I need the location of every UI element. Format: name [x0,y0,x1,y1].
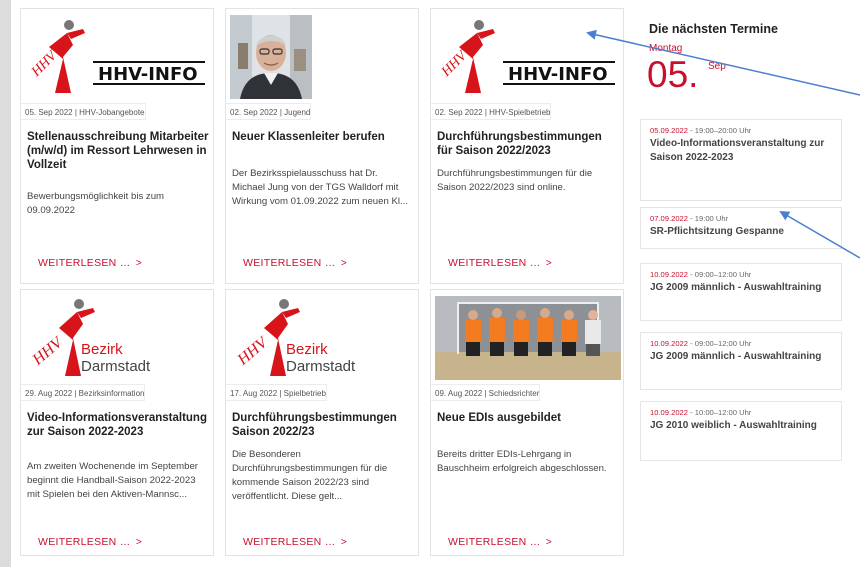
svg-text:HHV-INFO: HHV-INFO [508,64,608,85]
event-title[interactable]: JG 2009 männlich - Auswahltraining [650,350,835,364]
portrait-photo [230,15,312,99]
chevron-right-icon: > [135,258,142,269]
chevron-right-icon: > [340,258,347,269]
news-card[interactable]: HHV HHV-INFO 02. Sep 2022 | HHV-Spielbet… [430,8,624,284]
event-item[interactable]: 10.09.2022 - 09:00–12:00 Uhr JG 2009 män… [640,332,842,390]
news-meta: 02. Sep 2022 | Jugend [226,103,312,120]
event-item[interactable]: 10.09.2022 - 10:00–12:00 Uhr JG 2010 wei… [640,401,842,461]
news-card[interactable]: HHV Bezirk Darmstadt 17. Aug 2022 | Spie… [225,289,419,556]
svg-text:Darmstadt: Darmstadt [286,358,356,375]
chevron-right-icon: > [135,537,142,548]
news-title[interactable]: Stellenausschreibung Mitarbeiter (m/w/d)… [27,130,209,172]
news-title[interactable]: Neuer Klassenleiter berufen [232,130,414,144]
news-title[interactable]: Durchführungsbestimmungen für Saison 202… [437,130,619,158]
bezirk-darmstadt-logo: HHV Bezirk Darmstadt [27,296,207,380]
news-excerpt: Durchführungsbestimmungen für die Saison… [437,168,593,193]
news-card[interactable]: 09. Aug 2022 | Schiedsrichter Neue EDIs … [430,289,624,556]
team-photo [435,296,621,380]
read-more-link[interactable]: WEITERLESEN … > [243,536,347,548]
svg-text:HHV: HHV [29,333,68,369]
news-meta: 09. Aug 2022 | Schiedsrichter [431,384,541,401]
read-more-label: WEITERLESEN … [243,257,336,269]
svg-text:Bezirk: Bezirk [81,341,123,358]
svg-text:Darmstadt: Darmstadt [81,358,151,375]
read-more-label: WEITERLESEN … [38,536,131,548]
hhv-info-logo: HHV HHV-INFO [437,15,617,99]
event-date: 07.09.2022 - 19:00 Uhr [650,214,729,223]
read-more-link[interactable]: WEITERLESEN … > [448,257,552,269]
event-item[interactable]: 10.09.2022 - 09:00–12:00 Uhr JG 2009 män… [640,263,842,321]
event-date: 10.09.2022 - 10:00–12:00 Uhr [650,408,752,417]
news-excerpt: Bewerbungsmöglichkeit bis zum 09.09.2022 [27,191,165,216]
read-more-link[interactable]: WEITERLESEN … > [38,257,142,269]
news-title[interactable]: Durchführungsbestimmungen Saison 2022/23 [232,411,414,439]
event-title[interactable]: JG 2009 männlich - Auswahltraining [650,281,835,295]
news-excerpt: Am zweiten Wochenende im September begin… [27,461,198,500]
chevron-right-icon: > [545,537,552,548]
sidebar-title: Die nächsten Termine [649,22,778,36]
svg-text:HHV-INFO: HHV-INFO [98,64,198,85]
news-card[interactable]: HHV Bezirk Darmstadt 29. Aug 2022 | Bezi… [20,289,214,556]
read-more-label: WEITERLESEN … [243,536,336,548]
svg-text:HHV: HHV [234,333,273,369]
news-meta: 17. Aug 2022 | Spielbetrieb [226,384,327,401]
bezirk-darmstadt-logo: HHV Bezirk Darmstadt [232,296,412,380]
read-more-link[interactable]: WEITERLESEN … > [448,536,552,548]
read-more-link[interactable]: WEITERLESEN … > [243,257,347,269]
news-excerpt: Der Bezirksspielausschuss hat Dr. Michae… [232,168,408,207]
svg-text:Bezirk: Bezirk [286,341,328,358]
news-card[interactable]: 02. Sep 2022 | Jugend Neuer Klassenleite… [225,8,419,284]
news-excerpt: Die Besonderen Durchführungsbestimmungen… [232,449,388,502]
event-item[interactable]: 05.09.2022 - 19:00–20:00 Uhr Video-Infor… [640,119,842,201]
read-more-label: WEITERLESEN … [448,536,541,548]
chevron-right-icon: > [545,258,552,269]
event-date: 10.09.2022 - 09:00–12:00 Uhr [650,270,752,279]
event-date: 05.09.2022 - 19:00–20:00 Uhr [650,126,752,135]
event-date: 10.09.2022 - 09:00–12:00 Uhr [650,339,752,348]
left-edge-strip [0,0,11,567]
day-name: Montag [649,43,683,54]
event-item[interactable]: 07.09.2022 - 19:00 Uhr SR-Pflichtsitzung… [640,207,842,249]
news-title[interactable]: Neue EDIs ausgebildet [437,411,619,425]
chevron-right-icon: > [340,537,347,548]
news-card[interactable]: HHV HHV-INFO 05. Sep 2022 | HHV-Jobangeb… [20,8,214,284]
day-number: 05. [647,54,699,95]
news-excerpt: Bereits dritter EDIs-Lehrgang in Bauschh… [437,449,607,474]
event-title[interactable]: Video-Informationsveranstaltung zur Sais… [650,137,835,165]
event-title[interactable]: SR-Pflichtsitzung Gespanne [650,225,835,239]
read-more-link[interactable]: WEITERLESEN … > [38,536,142,548]
read-more-label: WEITERLESEN … [38,257,131,269]
event-title[interactable]: JG 2010 weiblich - Auswahltraining [650,419,835,433]
news-meta: 02. Sep 2022 | HHV-Spielbetrieb [431,103,552,120]
month-label: Sep [708,61,726,72]
news-meta: 05. Sep 2022 | HHV-Jobangebote [21,103,146,120]
read-more-label: WEITERLESEN … [448,257,541,269]
news-meta: 29. Aug 2022 | Bezirksinformation [21,384,146,401]
hhv-info-logo: HHV HHV-INFO [27,15,207,99]
news-title[interactable]: Video-Informationsveranstaltung zur Sais… [27,411,209,439]
